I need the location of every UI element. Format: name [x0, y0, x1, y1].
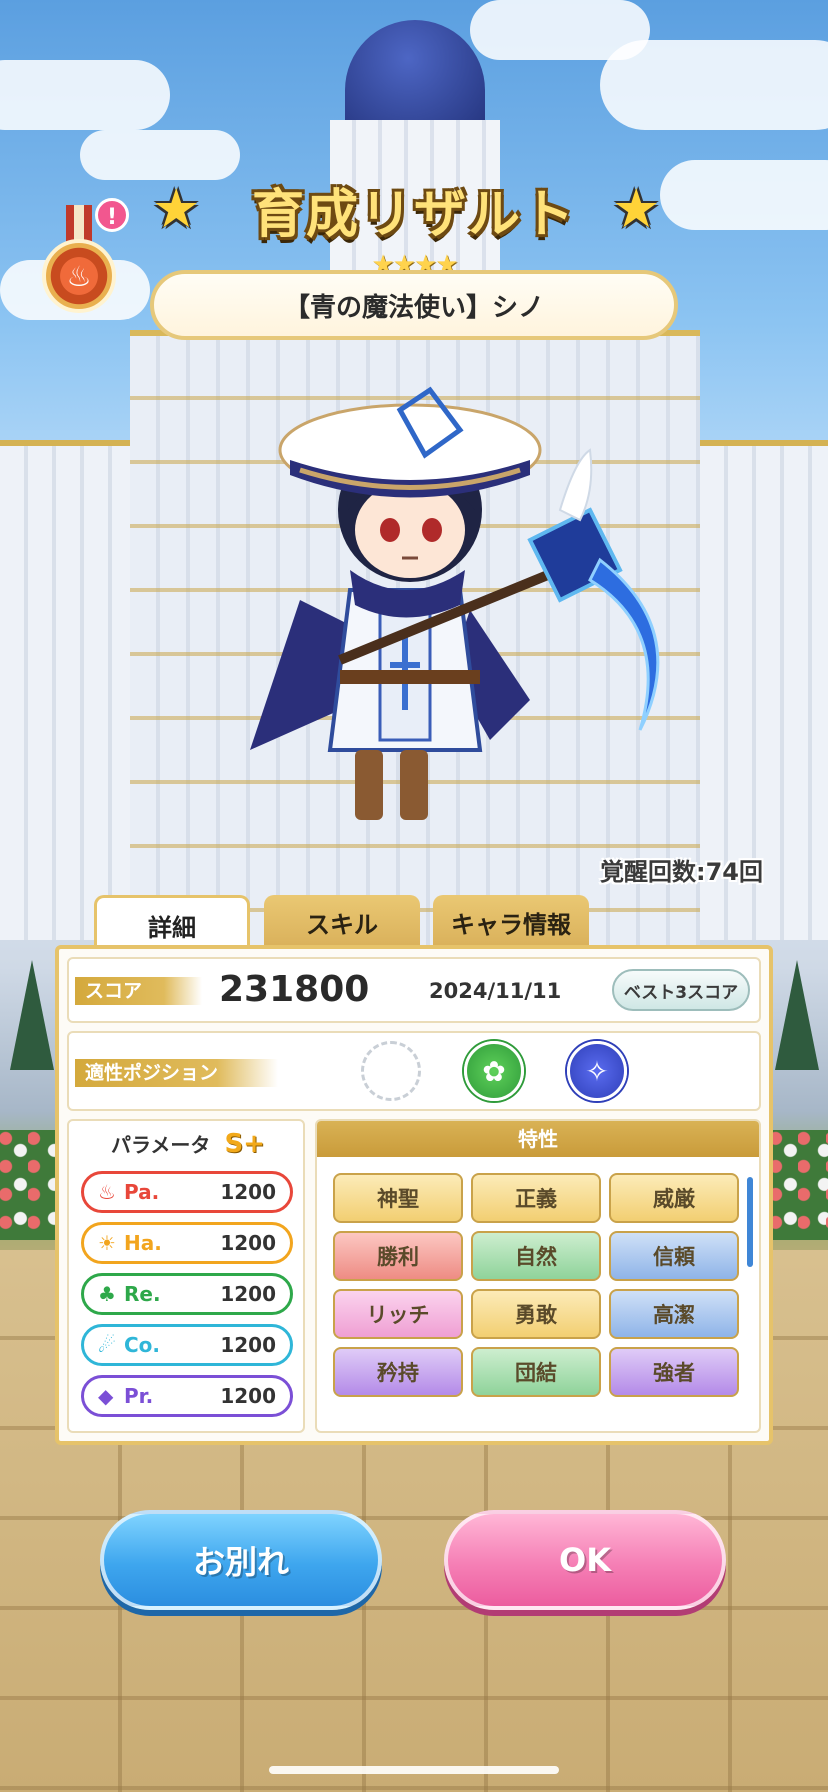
best-3-score-button[interactable]: ベスト3スコア — [612, 969, 750, 1011]
character-illustration: ✦ ✦ — [250, 386, 660, 820]
farewell-button[interactable]: お別れ — [100, 1510, 382, 1610]
swirl-icon: ☄ — [98, 1333, 116, 1357]
tab-character-info[interactable]: キャラ情報 — [433, 895, 589, 949]
score-date: 2024/11/11 — [429, 979, 562, 1003]
stat-value: 1200 — [220, 1384, 276, 1408]
tab-character-info-label: キャラ情報 — [451, 910, 571, 939]
stat-re: ♣ Re. 1200 — [81, 1273, 293, 1315]
stat-pa: ♨ Pa. 1200 — [81, 1171, 293, 1213]
details-panel: スコア 231800 2024/11/11 ベスト3スコア 適性ポジション ✿ … — [55, 945, 773, 1445]
empty-position-slot — [361, 1041, 421, 1101]
trait-badge[interactable]: 矜持 — [333, 1347, 463, 1397]
sun-icon: ☀ — [98, 1231, 116, 1255]
traits-header: 特性 — [317, 1121, 759, 1157]
stat-name: Re. — [124, 1282, 161, 1306]
character-name: 【青の魔法使い】シノ — [283, 292, 544, 323]
trait-badge[interactable]: 自然 — [471, 1231, 601, 1281]
trait-badge[interactable]: 勝利 — [333, 1231, 463, 1281]
tab-skills[interactable]: スキル — [264, 895, 420, 949]
awakening-count: 覚醒回数:74回 — [600, 858, 763, 886]
trait-badge[interactable]: 団結 — [471, 1347, 601, 1397]
stat-value: 1200 — [220, 1333, 276, 1357]
stat-pr: ◆ Pr. 1200 — [81, 1375, 293, 1417]
stat-value: 1200 — [220, 1231, 276, 1255]
trait-badge[interactable]: 勇敢 — [471, 1289, 601, 1339]
parameters-rank: S+ — [224, 1129, 265, 1159]
stat-co: ☄ Co. 1200 — [81, 1324, 293, 1366]
position-label: 適性ポジション — [75, 1059, 279, 1087]
score-value: 231800 — [219, 969, 370, 1010]
trait-badge[interactable]: 高潔 — [609, 1289, 739, 1339]
flame-icon: ♨ — [98, 1180, 116, 1204]
stat-value: 1200 — [220, 1180, 276, 1204]
home-indicator[interactable] — [269, 1766, 559, 1774]
traits-box: 特性 神聖 正義 威厳 勝利 自然 信頼 リッチ 勇敢 高潔 矜持 団結 強者 — [315, 1119, 761, 1433]
stat-ha: ☀ Ha. 1200 — [81, 1222, 293, 1264]
clover-icon: ♣ — [98, 1282, 116, 1306]
stat-value: 1200 — [220, 1282, 276, 1306]
score-label: スコア — [75, 977, 203, 1005]
tab-skills-label: スキル — [306, 910, 378, 939]
parameters-header: パラメータ S+ — [69, 1129, 307, 1159]
tab-details-label: 詳細 — [148, 914, 196, 942]
ok-button[interactable]: OK — [444, 1510, 726, 1610]
trait-badge[interactable]: 正義 — [471, 1173, 601, 1223]
rocket-position-icon[interactable]: ✧ — [567, 1041, 627, 1101]
position-row: 適性ポジション ✿ ✧ — [67, 1031, 761, 1111]
parameters-box: パラメータ S+ ♨ Pa. 1200 ☀ Ha. 1200 ♣ Re. 1200… — [67, 1119, 305, 1433]
page-title: 育成リザルト — [251, 185, 576, 245]
trait-badge[interactable]: 強者 — [609, 1347, 739, 1397]
stat-name: Ha. — [124, 1231, 162, 1255]
stat-name: Co. — [124, 1333, 161, 1357]
trait-badge[interactable]: 神聖 — [333, 1173, 463, 1223]
fairy-position-icon[interactable]: ✿ — [464, 1041, 524, 1101]
diamond-icon: ◆ — [98, 1384, 114, 1408]
trait-badge[interactable]: 信頼 — [609, 1231, 739, 1281]
stat-name: Pa. — [124, 1180, 160, 1204]
trait-badge[interactable]: リッチ — [333, 1289, 463, 1339]
score-row: スコア 231800 2024/11/11 ベスト3スコア — [67, 957, 761, 1023]
character-name-banner: 【青の魔法使い】シノ — [150, 270, 678, 340]
trait-badge[interactable]: 威厳 — [609, 1173, 739, 1223]
stat-name: Pr. — [124, 1384, 154, 1408]
parameters-label: パラメータ — [111, 1133, 211, 1157]
traits-scrollbar[interactable] — [747, 1177, 753, 1267]
